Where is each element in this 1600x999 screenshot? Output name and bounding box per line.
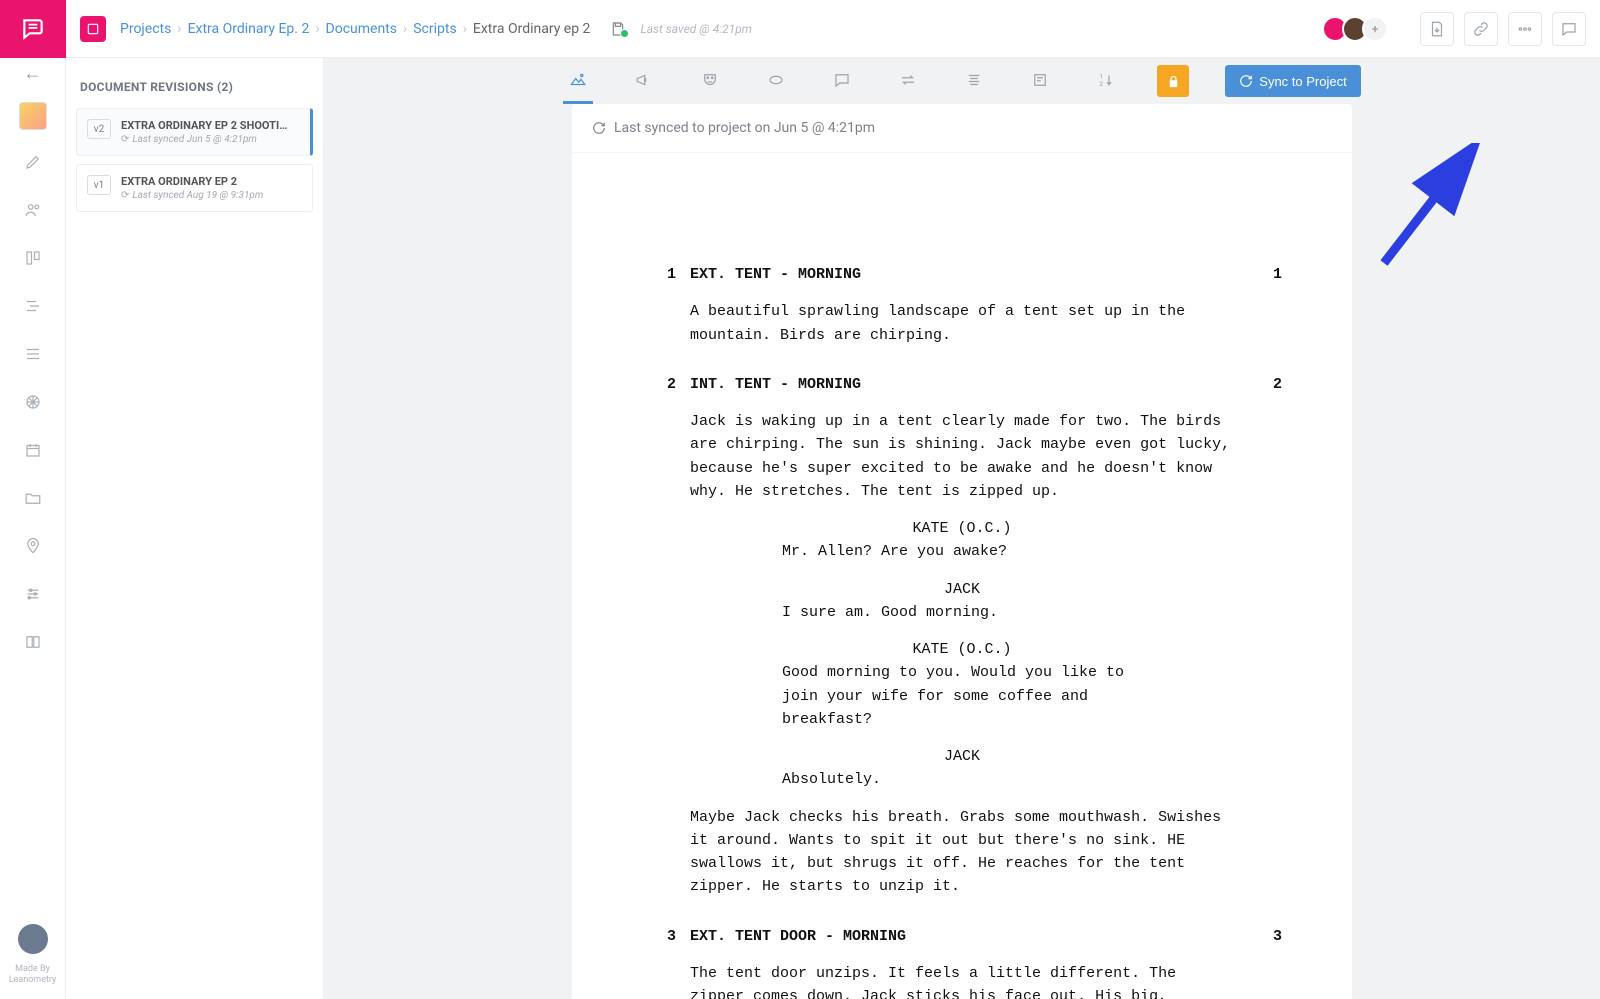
attention-arrow — [1374, 143, 1484, 273]
dialogue-text[interactable]: I sure am. Good morning. — [782, 601, 1142, 624]
revision-card[interactable]: v1 EXTRA ORDINARY EP 2 ⟳Last synced Aug … — [76, 164, 313, 212]
calendar-icon[interactable] — [0, 426, 66, 474]
people-icon[interactable] — [0, 186, 66, 234]
wheel-icon[interactable] — [0, 378, 66, 426]
revision-card[interactable]: v2 EXTRA ORDINARY EP 2 SHOOTIN... ⟳Last … — [76, 108, 313, 156]
scene-number-right: 2 — [1248, 373, 1282, 899]
scene-heading[interactable]: INT. TENT - MORNING — [690, 373, 1234, 396]
breadcrumb: Projects› Extra Ordinary Ep. 2› Document… — [120, 21, 590, 37]
sliders-icon[interactable] — [0, 570, 66, 618]
scene: 3 EXT. TENT DOOR - MORNING The tent door u… — [642, 925, 1282, 999]
action-text[interactable]: Maybe Jack checks his breath. Grabs some… — [690, 806, 1234, 899]
dialogue-text[interactable]: Absolutely. — [782, 768, 1142, 791]
revision-badge: v1 — [87, 175, 111, 195]
scene-heading[interactable]: EXT. TENT DOOR - MORNING — [690, 925, 1234, 948]
revision-badge: v2 — [87, 119, 111, 139]
chat-button[interactable] — [1552, 12, 1586, 46]
scene-number-right: 1 — [1248, 263, 1282, 347]
sync-status-bar: Last synced to project on Jun 5 @ 4:21pm — [572, 104, 1352, 152]
back-arrow-icon[interactable]: ← — [0, 58, 65, 88]
edit-icon[interactable] — [0, 138, 66, 186]
more-button[interactable] — [1508, 12, 1542, 46]
last-saved-label: Last saved @ 4:21pm — [640, 22, 752, 36]
comment-icon[interactable] — [827, 58, 857, 104]
dialogue-text[interactable]: Good morning to you. Would you like to j… — [782, 661, 1142, 731]
crumb-episode[interactable]: Extra Ordinary Ep. 2 — [188, 21, 310, 37]
sort-numeric-icon[interactable]: 12 — [1091, 58, 1121, 104]
align-icon[interactable] — [959, 58, 989, 104]
book-icon[interactable] — [0, 618, 66, 666]
revision-title: EXTRA ORDINARY EP 2 SHOOTIN... — [121, 119, 291, 132]
megaphone-icon[interactable] — [629, 58, 659, 104]
ellipse-icon[interactable] — [761, 58, 791, 104]
character-cue[interactable]: JACK — [690, 578, 1234, 601]
scene-number-left: 2 — [642, 373, 676, 899]
script-page[interactable]: 1 EXT. TENT - MORNING A beautiful sprawlin… — [572, 152, 1352, 999]
sync-to-project-button[interactable]: Sync to Project — [1225, 65, 1360, 97]
scene-number-left: 3 — [642, 925, 676, 999]
scene: 1 EXT. TENT - MORNING A beautiful sprawlin… — [642, 263, 1282, 347]
crumb-current: Extra Ordinary ep 2 — [473, 21, 591, 37]
project-icon[interactable] — [80, 16, 106, 42]
workspace: 12 Sync to Project Last synced to projec… — [324, 58, 1600, 999]
mask-icon[interactable] — [695, 58, 725, 104]
action-text[interactable]: The tent door unzips. It feels a little … — [690, 962, 1234, 999]
scene: 2 INT. TENT - MORNING Jack is waking up in… — [642, 373, 1282, 899]
scene-number-right: 3 — [1248, 925, 1282, 999]
action-text[interactable]: A beautiful sprawling landscape of a ten… — [690, 300, 1234, 347]
footer-credit: Made ByLeanometry — [9, 964, 57, 999]
main-nav-rail: ← Made ByLeanometry — [0, 0, 66, 999]
crumb-documents[interactable]: Documents — [326, 21, 397, 37]
app-logo[interactable] — [0, 0, 66, 58]
user-avatar[interactable] — [18, 924, 48, 954]
boards-icon[interactable] — [0, 234, 66, 282]
list-indent-icon[interactable] — [0, 282, 66, 330]
landscape-icon[interactable] — [563, 58, 593, 104]
revision-subtitle: ⟳Last synced Aug 19 @ 9:31pm — [121, 190, 263, 201]
location-icon[interactable] — [0, 522, 66, 570]
sync-status-text: Last synced to project on Jun 5 @ 4:21pm — [614, 120, 875, 136]
save-status-icon — [610, 21, 626, 37]
character-cue[interactable]: KATE (O.C.) — [690, 638, 1234, 661]
character-cue[interactable]: JACK — [690, 745, 1234, 768]
crumb-scripts[interactable]: Scripts — [413, 21, 456, 37]
project-thumbnail[interactable] — [19, 102, 47, 130]
crumb-projects[interactable]: Projects — [120, 21, 171, 37]
svg-text:2: 2 — [1100, 80, 1104, 88]
swap-icon[interactable] — [893, 58, 923, 104]
export-pdf-button[interactable] — [1420, 12, 1454, 46]
scene-heading[interactable]: EXT. TENT - MORNING — [690, 263, 1234, 286]
dialogue-text[interactable]: Mr. Allen? Are you awake? — [782, 540, 1142, 563]
revisions-panel: DOCUMENT REVISIONS (2) v2 EXTRA ORDINARY… — [66, 58, 324, 999]
scene-number-left: 1 — [642, 263, 676, 347]
list-icon[interactable] — [0, 330, 66, 378]
avatar-add[interactable]: + — [1362, 16, 1388, 42]
top-bar: Projects› Extra Ordinary Ep. 2› Document… — [66, 0, 1600, 58]
folder-icon[interactable] — [0, 474, 66, 522]
editor-toolbar: 12 Sync to Project — [324, 58, 1600, 104]
character-cue[interactable]: KATE (O.C.) — [690, 517, 1234, 540]
collaborator-avatars[interactable]: + — [1328, 16, 1388, 42]
note-icon[interactable] — [1025, 58, 1055, 104]
link-button[interactable] — [1464, 12, 1498, 46]
revision-subtitle: ⟳Last synced Jun 5 @ 4:21pm — [121, 134, 291, 145]
revisions-title: DOCUMENT REVISIONS (2) — [66, 58, 323, 108]
lock-button[interactable] — [1157, 65, 1189, 97]
action-text[interactable]: Jack is waking up in a tent clearly made… — [690, 410, 1234, 503]
revision-title: EXTRA ORDINARY EP 2 — [121, 175, 263, 188]
